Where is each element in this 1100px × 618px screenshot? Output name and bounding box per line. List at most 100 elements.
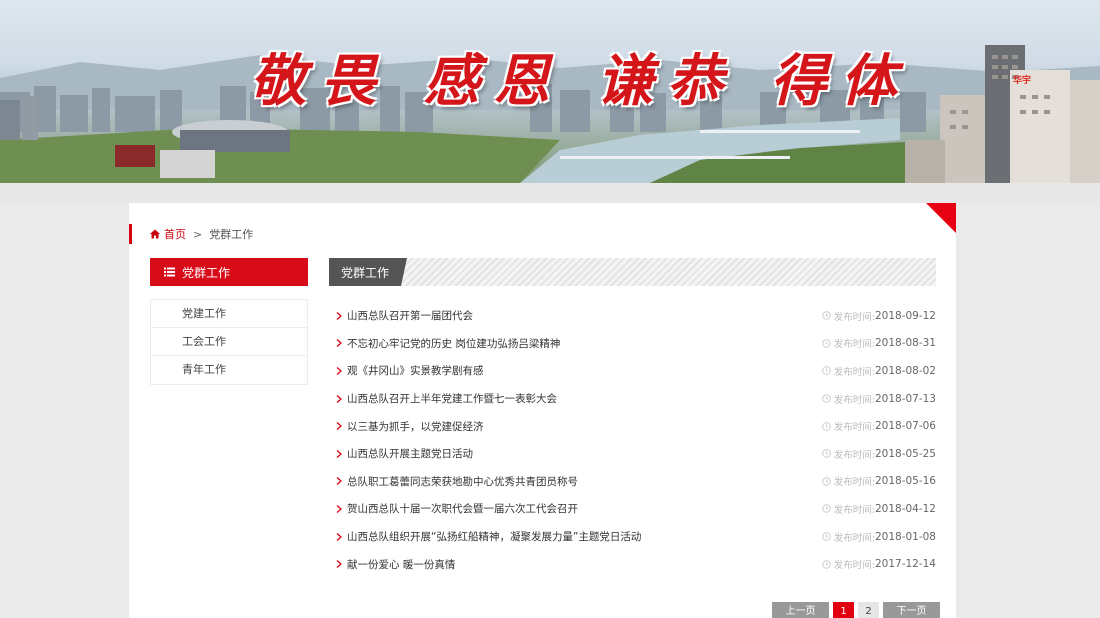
news-title-link[interactable]: 山西总队召开第一届团代会	[347, 308, 473, 323]
breadcrumb-separator: >	[193, 227, 203, 241]
chevron-right-icon	[336, 366, 342, 375]
sidebar-item-youth[interactable]: 青年工作	[151, 356, 307, 384]
clock-icon	[822, 311, 831, 321]
news-date-label: 发布时间:	[833, 449, 875, 461]
sidebar-item-party-building[interactable]: 党建工作	[151, 300, 307, 328]
news-title-link[interactable]: 贺山西总队十届一次职代会暨一届六次工代会召开	[347, 501, 578, 516]
clock-icon	[822, 394, 831, 403]
news-date: 2018-08-31	[874, 337, 936, 350]
news-meta: 发布时间: 2018-04-12	[822, 502, 936, 516]
chevron-right-icon	[336, 311, 342, 320]
page-2-button[interactable]: 2	[858, 602, 879, 618]
news-date: 2018-08-02	[874, 364, 936, 377]
banner-slogan: 敬畏 感恩 谦恭 得体	[250, 48, 911, 114]
news-date-label: 发布时间:	[833, 532, 875, 544]
chevron-right-icon	[336, 422, 342, 431]
chevron-right-icon	[336, 532, 342, 541]
news-title-wrap: 总队职工葛蕾同志荣获地勘中心优秀共青团员称号	[336, 474, 578, 489]
prev-page-button[interactable]: 上一页	[772, 602, 829, 618]
sidebar-menu: 党建工作 工会工作 青年工作	[150, 299, 308, 385]
news-row: 山西总队召开第一届团代会 发布时间: 2018-09-12	[336, 302, 936, 330]
news-date-label: 发布时间:	[833, 366, 875, 378]
header-banner: 敬畏 感恩 谦恭 得体 华宇	[0, 0, 1100, 183]
news-title-link[interactable]: 山西总队组织开展“弘扬红船精神，凝聚发展力量”主题党日活动	[347, 529, 641, 544]
news-date: 2018-05-25	[874, 447, 936, 460]
breadcrumb: 首页 > 党群工作	[129, 224, 253, 244]
breadcrumb-current: 党群工作	[209, 228, 254, 241]
news-date-label: 发布时间:	[833, 422, 875, 434]
news-date: 2018-09-12	[874, 309, 936, 322]
chevron-right-icon	[336, 477, 342, 486]
news-title-wrap: 山西总队开展主题党日活动	[336, 446, 473, 461]
news-row: 山西总队组织开展“弘扬红船精神，凝聚发展力量”主题党日活动 发布时间: 2018…	[336, 523, 936, 551]
clock-icon	[822, 504, 831, 514]
news-title-wrap: 山西总队召开第一届团代会	[336, 308, 473, 323]
clock-icon	[822, 477, 831, 486]
news-meta: 发布时间: 2018-05-16	[822, 474, 936, 488]
news-title-link[interactable]: 山西总队开展主题党日活动	[347, 446, 473, 461]
sidebar-item-union[interactable]: 工会工作	[151, 328, 307, 356]
clock-icon	[822, 366, 831, 376]
news-date-label: 发布时间:	[833, 339, 875, 351]
clock-icon	[822, 339, 831, 348]
chevron-right-icon	[336, 394, 342, 403]
sidebar-title-text: 党群工作	[182, 265, 231, 280]
content-tab: 党群工作	[329, 258, 407, 286]
news-meta: 发布时间: 2018-05-25	[822, 447, 936, 461]
news-row: 以三基为抓手，以党建促经济 发布时间: 2018-07-06	[336, 412, 936, 440]
corner-accent	[926, 203, 956, 233]
news-date: 2018-07-13	[874, 392, 936, 405]
news-title-link[interactable]: 不忘初心牢记党的历史 岗位建功弘扬吕梁精神	[347, 336, 560, 351]
next-page-button[interactable]: 下一页	[883, 602, 940, 618]
clock-icon	[822, 532, 831, 541]
news-meta: 发布时间: 2018-08-02	[822, 364, 936, 378]
news-title-link[interactable]: 献一份爱心 暖一份真情	[347, 557, 455, 572]
news-title-wrap: 不忘初心牢记党的历史 岗位建功弘扬吕梁精神	[336, 336, 560, 351]
clock-icon	[822, 559, 831, 569]
news-date-label: 发布时间:	[833, 311, 875, 323]
news-meta: 发布时间: 2018-01-08	[822, 530, 936, 544]
sidebar-title: 党群工作	[150, 258, 308, 286]
news-meta: 发布时间: 2018-08-31	[822, 336, 936, 350]
main-panel: 首页 > 党群工作 党群工作 党建工作 工会工作 青年工作 党群工作 山西总队召…	[129, 203, 956, 618]
building-sign: 华宇	[1013, 76, 1032, 86]
chevron-right-icon	[336, 504, 342, 513]
news-list: 山西总队召开第一届团代会 发布时间: 2018-09-12 不忘初心牢记党的历史…	[336, 302, 936, 578]
news-title-wrap: 观《井冈山》实景教学剧有感	[336, 363, 484, 378]
news-date: 2017-12-14	[874, 558, 936, 571]
news-row: 献一份爱心 暖一份真情 发布时间: 2017-12-14	[336, 550, 936, 578]
home-icon	[150, 229, 160, 239]
news-row: 山西总队开展主题党日活动 发布时间: 2018-05-25	[336, 440, 936, 468]
clock-icon	[822, 421, 831, 431]
news-row: 贺山西总队十届一次职代会暨一届六次工代会召开 发布时间: 2018-04-12	[336, 495, 936, 523]
news-title-wrap: 贺山西总队十届一次职代会暨一届六次工代会召开	[336, 501, 578, 516]
news-title-link[interactable]: 山西总队召开上半年党建工作暨七一表彰大会	[347, 391, 557, 406]
news-title-link[interactable]: 以三基为抓手，以党建促经济	[347, 419, 484, 434]
news-meta: 发布时间: 2018-07-13	[822, 392, 936, 406]
chevron-right-icon	[336, 449, 342, 458]
list-icon	[164, 267, 175, 277]
news-title-wrap: 献一份爱心 暖一份真情	[336, 557, 455, 572]
news-meta: 发布时间: 2018-09-12	[822, 309, 936, 323]
news-date: 2018-07-06	[874, 420, 936, 433]
news-title-wrap: 以三基为抓手，以党建促经济	[336, 419, 484, 434]
news-title-link[interactable]: 总队职工葛蕾同志荣获地勘中心优秀共青团员称号	[347, 474, 578, 489]
news-date-label: 发布时间:	[833, 504, 875, 516]
news-title-wrap: 山西总队召开上半年党建工作暨七一表彰大会	[336, 391, 557, 406]
content-header: 党群工作	[329, 258, 936, 286]
news-row: 山西总队召开上半年党建工作暨七一表彰大会 发布时间: 2018-07-13	[336, 385, 936, 413]
page-1-button[interactable]: 1	[833, 602, 854, 618]
news-row: 观《井冈山》实景教学剧有感 发布时间: 2018-08-02	[336, 357, 936, 385]
chevron-right-icon	[336, 560, 342, 569]
news-title-link[interactable]: 观《井冈山》实景教学剧有感	[347, 363, 484, 378]
breadcrumb-home-link[interactable]: 首页	[164, 226, 186, 242]
pagination: 上一页 1 2 下一页	[772, 602, 940, 618]
news-date: 2018-04-12	[874, 502, 936, 515]
news-date: 2018-05-16	[874, 475, 936, 488]
news-date-label: 发布时间:	[833, 477, 875, 489]
news-date-label: 发布时间:	[833, 560, 875, 572]
clock-icon	[822, 449, 831, 458]
news-title-wrap: 山西总队组织开展“弘扬红船精神，凝聚发展力量”主题党日活动	[336, 529, 641, 544]
news-meta: 发布时间: 2017-12-14	[822, 557, 936, 571]
news-date: 2018-01-08	[874, 530, 936, 543]
